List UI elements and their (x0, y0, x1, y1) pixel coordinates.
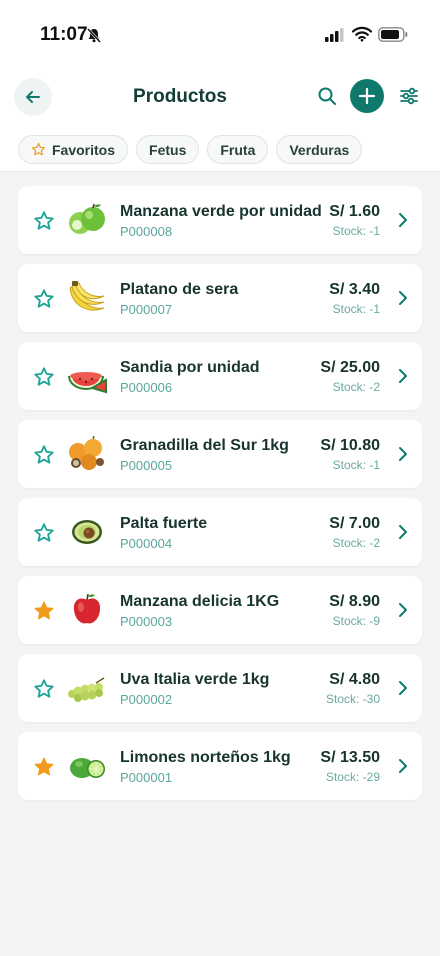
chip-label: Fruta (220, 141, 256, 158)
chip-label: Fetus (149, 141, 187, 158)
product-price: S/ 10.80 (320, 437, 380, 454)
chip-fruta[interactable]: Fruta (207, 135, 269, 164)
product-card[interactable]: Granadilla del Sur 1kg P000005 S/ 10.80 … (18, 420, 422, 488)
chip-favoritos[interactable]: Favoritos (18, 135, 129, 164)
product-card[interactable]: Manzana verde por unidad P000008 S/ 1.60… (18, 186, 422, 254)
product-code: P000005 (120, 458, 173, 473)
product-stock: Stock: -1 (332, 458, 380, 472)
favorite-star-outline-icon[interactable] (33, 678, 55, 705)
product-code: P000002 (120, 692, 173, 707)
avocado-icon (66, 514, 108, 555)
battery-icon (378, 27, 408, 47)
product-name: Granadilla del Sur 1kg (120, 437, 289, 454)
grapes-icon (66, 670, 108, 711)
status-bar: 11:07 (0, 0, 440, 70)
product-card[interactable]: Limones norteños 1kg P000001 S/ 13.50 St… (18, 732, 422, 800)
product-stock: Stock: -9 (332, 614, 380, 628)
product-price: S/ 13.50 (320, 749, 380, 766)
cellular-signal-icon (325, 28, 345, 47)
product-card[interactable]: Uva Italia verde 1kg P000002 S/ 4.80 Sto… (18, 654, 422, 722)
granadilla-icon (66, 435, 108, 477)
limes-icon (66, 748, 108, 789)
search-button[interactable] (310, 79, 344, 113)
chip-label: Favoritos (52, 141, 116, 158)
product-price: S/ 3.40 (329, 281, 380, 298)
chevron-right-icon (398, 758, 408, 779)
product-price: S/ 4.80 (329, 671, 380, 688)
watermelon-icon (66, 358, 108, 399)
product-card[interactable]: Manzana delicia 1KG P000003 S/ 8.90 Stoc… (18, 576, 422, 644)
product-stock: Stock: -29 (325, 770, 380, 784)
product-name: Platano de sera (120, 281, 239, 298)
favorite-star-outline-icon[interactable] (33, 366, 55, 393)
product-code: P000003 (120, 614, 173, 629)
product-code: P000006 (120, 380, 173, 395)
favorite-star-outline-icon[interactable] (33, 522, 55, 549)
red-apple-icon (66, 592, 108, 633)
filter-button[interactable] (392, 79, 426, 113)
product-stock: Stock: -1 (332, 224, 380, 238)
chevron-right-icon (398, 524, 408, 545)
product-code: P000004 (120, 536, 173, 551)
add-product-button[interactable] (350, 79, 384, 113)
sliders-icon (400, 87, 418, 105)
star-outline-icon (31, 142, 46, 156)
product-name: Manzana delicia 1KG (120, 593, 280, 610)
chevron-right-icon (398, 680, 408, 701)
chip-label: Verduras (289, 141, 350, 158)
chevron-right-icon (398, 368, 408, 389)
bell-muted-icon (86, 27, 102, 48)
product-name: Limones norteños 1kg (120, 749, 291, 766)
green-apple-icon (66, 202, 108, 243)
chevron-right-icon (398, 290, 408, 311)
search-icon (318, 87, 336, 105)
banana-icon (66, 280, 108, 321)
product-price: S/ 1.60 (329, 203, 380, 220)
product-price: S/ 25.00 (320, 359, 380, 376)
product-name: Uva Italia verde 1kg (120, 671, 270, 688)
product-card[interactable]: Sandia por unidad P000006 S/ 25.00 Stock… (18, 342, 422, 410)
chevron-right-icon (398, 446, 408, 467)
favorite-star-filled-icon[interactable] (33, 600, 55, 627)
favorite-star-outline-icon[interactable] (33, 210, 55, 237)
product-card[interactable]: Platano de sera P000007 S/ 3.40 Stock: -… (18, 264, 422, 332)
plus-icon (358, 87, 376, 105)
product-price: S/ 7.00 (329, 515, 380, 532)
favorite-star-outline-icon[interactable] (33, 288, 55, 315)
status-time: 11:07 (40, 24, 88, 45)
favorite-star-filled-icon[interactable] (33, 756, 55, 783)
chip-fetus[interactable]: Fetus (136, 135, 200, 164)
app-header: Productos (0, 74, 440, 120)
product-code: P000001 (120, 770, 173, 785)
chevron-right-icon (398, 602, 408, 623)
product-name: Manzana verde por unidad (120, 203, 322, 220)
favorite-star-outline-icon[interactable] (33, 444, 55, 471)
product-stock: Stock: -30 (325, 692, 380, 706)
product-stock: Stock: -2 (332, 536, 380, 550)
product-code: P000007 (120, 302, 173, 317)
product-code: P000008 (120, 224, 173, 239)
product-name: Sandia por unidad (120, 359, 260, 376)
product-stock: Stock: -1 (332, 302, 380, 316)
product-card[interactable]: Palta fuerte P000004 S/ 7.00 Stock: -2 (18, 498, 422, 566)
page-title: Productos (133, 86, 227, 107)
product-name: Palta fuerte (120, 515, 208, 532)
product-price: S/ 8.90 (329, 593, 380, 610)
wifi-icon (351, 26, 373, 47)
product-stock: Stock: -2 (332, 380, 380, 394)
chevron-right-icon (398, 212, 408, 233)
chip-verduras[interactable]: Verduras (276, 135, 363, 164)
category-chips: Favoritos Fetus Fruta Verduras (18, 135, 363, 165)
